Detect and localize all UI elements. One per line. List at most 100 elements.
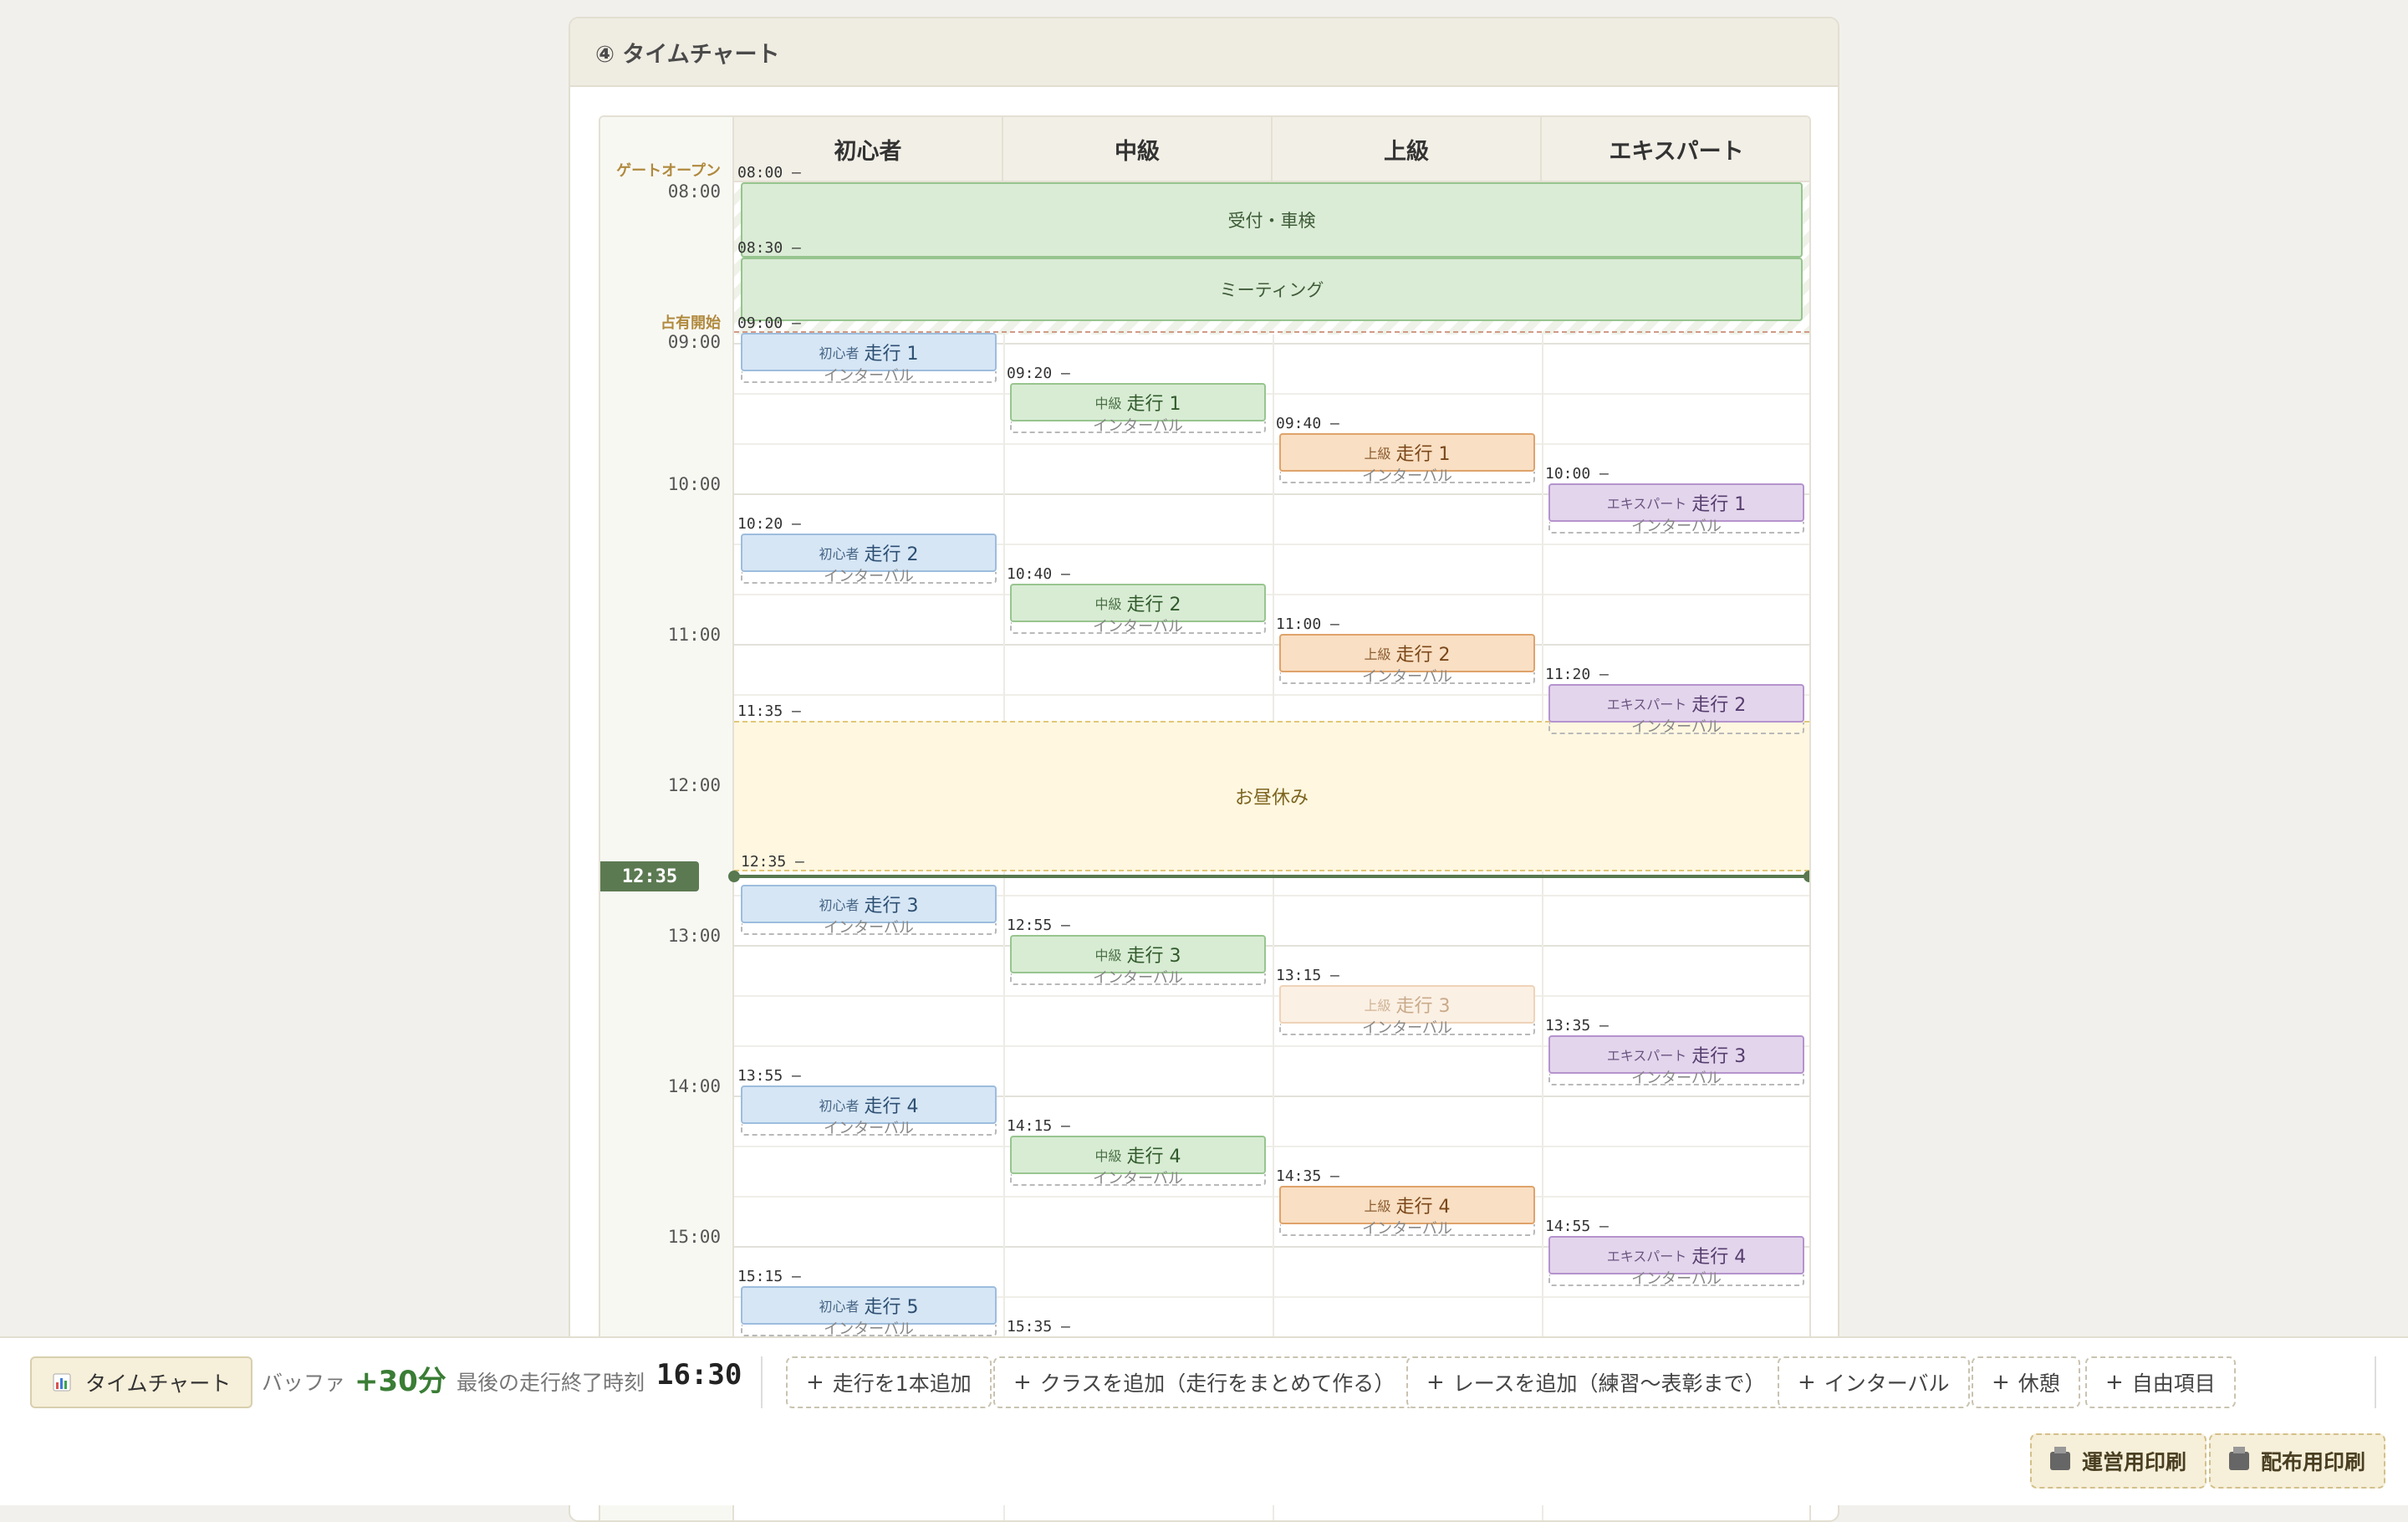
interval-block[interactable]: インターバル <box>1279 1021 1535 1036</box>
session-block-advanced[interactable]: 上級 走行 2 <box>1279 634 1535 672</box>
print-operations-button[interactable]: 運営用印刷 <box>2030 1433 2207 1489</box>
session-block-expert[interactable]: エキスパート 走行 4 <box>1548 1236 1804 1274</box>
session-block-beginner[interactable]: 初心者 走行 5 <box>741 1286 997 1325</box>
reception-block[interactable]: 受付・車検 <box>741 182 1803 258</box>
add-break-button[interactable]: + 休憩 <box>1972 1356 2080 1408</box>
interval-block[interactable]: インターバル <box>1279 469 1535 484</box>
session-label: 走行 1 <box>1126 394 1181 415</box>
session-class-tag: エキスパート <box>1606 1048 1687 1064</box>
session-start-time: 10:20 – <box>737 515 801 533</box>
session-class-tag: 中級 <box>1094 1148 1122 1164</box>
interval-block[interactable]: インターバル <box>1548 1272 1804 1287</box>
session-block-beginner[interactable]: 初心者 走行 3 <box>741 885 997 923</box>
interval-block[interactable]: インターバル <box>741 921 997 936</box>
timechart-grid: ゲートオープン 占有開始 08:00 09:00 10:00 11:00 12:… <box>599 115 1811 1520</box>
session-start-time: 13:15 – <box>1276 967 1339 984</box>
session-start-time: 09:20 – <box>1007 365 1070 382</box>
interval-block[interactable]: インターバル <box>1010 419 1266 434</box>
session-start-time: 11:00 – <box>1276 615 1339 633</box>
session-label: 走行 1 <box>1691 494 1747 515</box>
session-start-time: 10:00 – <box>1545 465 1609 483</box>
session-label: 走行 2 <box>1395 645 1451 666</box>
session-block-intermediate[interactable]: 中級 走行 3 <box>1010 935 1266 973</box>
current-time-dot <box>1803 871 1809 882</box>
session-class-tag: エキスパート <box>1606 697 1687 712</box>
buffer-value: +30分 <box>355 1365 446 1398</box>
session-block-advanced[interactable]: 上級 走行 4 <box>1279 1186 1535 1224</box>
session-class-tag: 上級 <box>1364 446 1391 462</box>
lanes: 初心者 中級 上級 エキスパート 08:00 – 受付・車検 08:30 – ミ… <box>728 117 1809 1520</box>
session-label: 走行 4 <box>1395 1197 1451 1218</box>
bar-chart-icon <box>52 1372 72 1392</box>
session-class-tag: 初心者 <box>819 1299 860 1315</box>
session-block-expert[interactable]: エキスパート 走行 2 <box>1548 684 1804 723</box>
interval-block[interactable]: インターバル <box>1548 1071 1804 1086</box>
hour-label: 11:00 <box>667 625 721 645</box>
hour-label: 10:00 <box>667 474 721 494</box>
current-time-badge: 12:35 <box>600 861 699 891</box>
interval-block[interactable]: インターバル <box>1010 971 1266 986</box>
add-class-button[interactable]: + クラスを追加（走行をまとめて作る） <box>993 1356 1416 1408</box>
hour-label: 12:00 <box>667 775 721 795</box>
session-class-tag: エキスパート <box>1606 1249 1687 1264</box>
reception-start-time: 08:00 – <box>737 164 801 181</box>
session-label: 走行 4 <box>1691 1247 1747 1268</box>
session-label: 走行 3 <box>1691 1046 1747 1067</box>
add-free-item-button[interactable]: + 自由項目 <box>2085 1356 2236 1408</box>
occupancy-start-time: 09:00 – <box>737 314 801 332</box>
column-header-advanced: 上級 <box>1273 117 1542 182</box>
interval-block[interactable]: インターバル <box>741 1121 997 1136</box>
session-start-time: 13:55 – <box>737 1067 801 1085</box>
grid-line <box>734 995 1809 997</box>
session-class-tag: 初心者 <box>819 345 860 361</box>
column-header-expert: エキスパート <box>1542 117 1809 182</box>
session-block-intermediate[interactable]: 中級 走行 1 <box>1010 383 1266 421</box>
session-block-advanced[interactable]: 上級 走行 3 <box>1279 985 1535 1024</box>
interval-block[interactable]: インターバル <box>1279 670 1535 685</box>
printer-icon <box>2050 1447 2070 1470</box>
printer-icon <box>2229 1447 2249 1470</box>
session-start-time: 14:35 – <box>1276 1167 1339 1185</box>
toolbar-divider <box>761 1356 763 1408</box>
add-race-button[interactable]: + レースを追加（練習〜表彰まで） <box>1406 1356 1786 1408</box>
grid-line <box>734 443 1809 445</box>
panel-title: ④ タイムチャート <box>570 18 1838 87</box>
session-block-beginner[interactable]: 初心者 走行 2 <box>741 534 997 572</box>
session-block-beginner[interactable]: 初心者 走行 4 <box>741 1085 997 1124</box>
interval-block[interactable]: インターバル <box>1279 1222 1535 1237</box>
current-time-dot <box>728 871 740 882</box>
session-block-beginner[interactable]: 初心者 走行 1 <box>741 333 997 371</box>
interval-block[interactable]: インターバル <box>741 569 997 585</box>
session-block-advanced[interactable]: 上級 走行 1 <box>1279 433 1535 472</box>
gate-open-marker: ゲートオープン <box>616 162 721 180</box>
grid-line <box>734 393 1809 395</box>
session-class-tag: 上級 <box>1364 1198 1391 1214</box>
interval-block[interactable]: インターバル <box>741 1322 997 1337</box>
hour-label: 08:00 <box>667 181 721 202</box>
session-label: 走行 3 <box>1126 946 1181 967</box>
session-block-intermediate[interactable]: 中級 走行 4 <box>1010 1136 1266 1174</box>
lunch-block[interactable]: お昼休み <box>734 721 1809 871</box>
current-time-line <box>734 875 1809 878</box>
session-class-tag: 初心者 <box>819 546 860 562</box>
meeting-block[interactable]: ミーティング <box>741 258 1803 321</box>
interval-block[interactable]: インターバル <box>1548 720 1804 735</box>
print-distribution-button[interactable]: 配布用印刷 <box>2209 1433 2386 1489</box>
buffer-label: バッファ <box>262 1371 346 1395</box>
interval-block[interactable]: インターバル <box>1548 519 1804 534</box>
session-block-intermediate[interactable]: 中級 走行 2 <box>1010 584 1266 622</box>
session-start-time: 10:40 – <box>1007 565 1070 583</box>
session-class-tag: 初心者 <box>819 897 860 913</box>
session-label: 走行 5 <box>864 1297 919 1318</box>
add-one-run-button[interactable]: + 走行を1本追加 <box>786 1356 992 1408</box>
session-block-expert[interactable]: エキスパート 走行 3 <box>1548 1035 1804 1074</box>
timechart-panel: ④ タイムチャート ゲートオープン 占有開始 08:00 09:00 10:00… <box>569 17 1839 1522</box>
occupancy-start-marker: 占有開始 <box>661 314 721 332</box>
session-block-expert[interactable]: エキスパート 走行 1 <box>1548 483 1804 522</box>
interval-block[interactable]: インターバル <box>1010 620 1266 635</box>
grid-line <box>734 1196 1809 1198</box>
add-interval-button[interactable]: + インターバル <box>1778 1356 1970 1408</box>
interval-block[interactable]: インターバル <box>1010 1172 1266 1187</box>
interval-block[interactable]: インターバル <box>741 369 997 384</box>
timechart-view-button[interactable]: タイムチャート <box>30 1356 253 1408</box>
